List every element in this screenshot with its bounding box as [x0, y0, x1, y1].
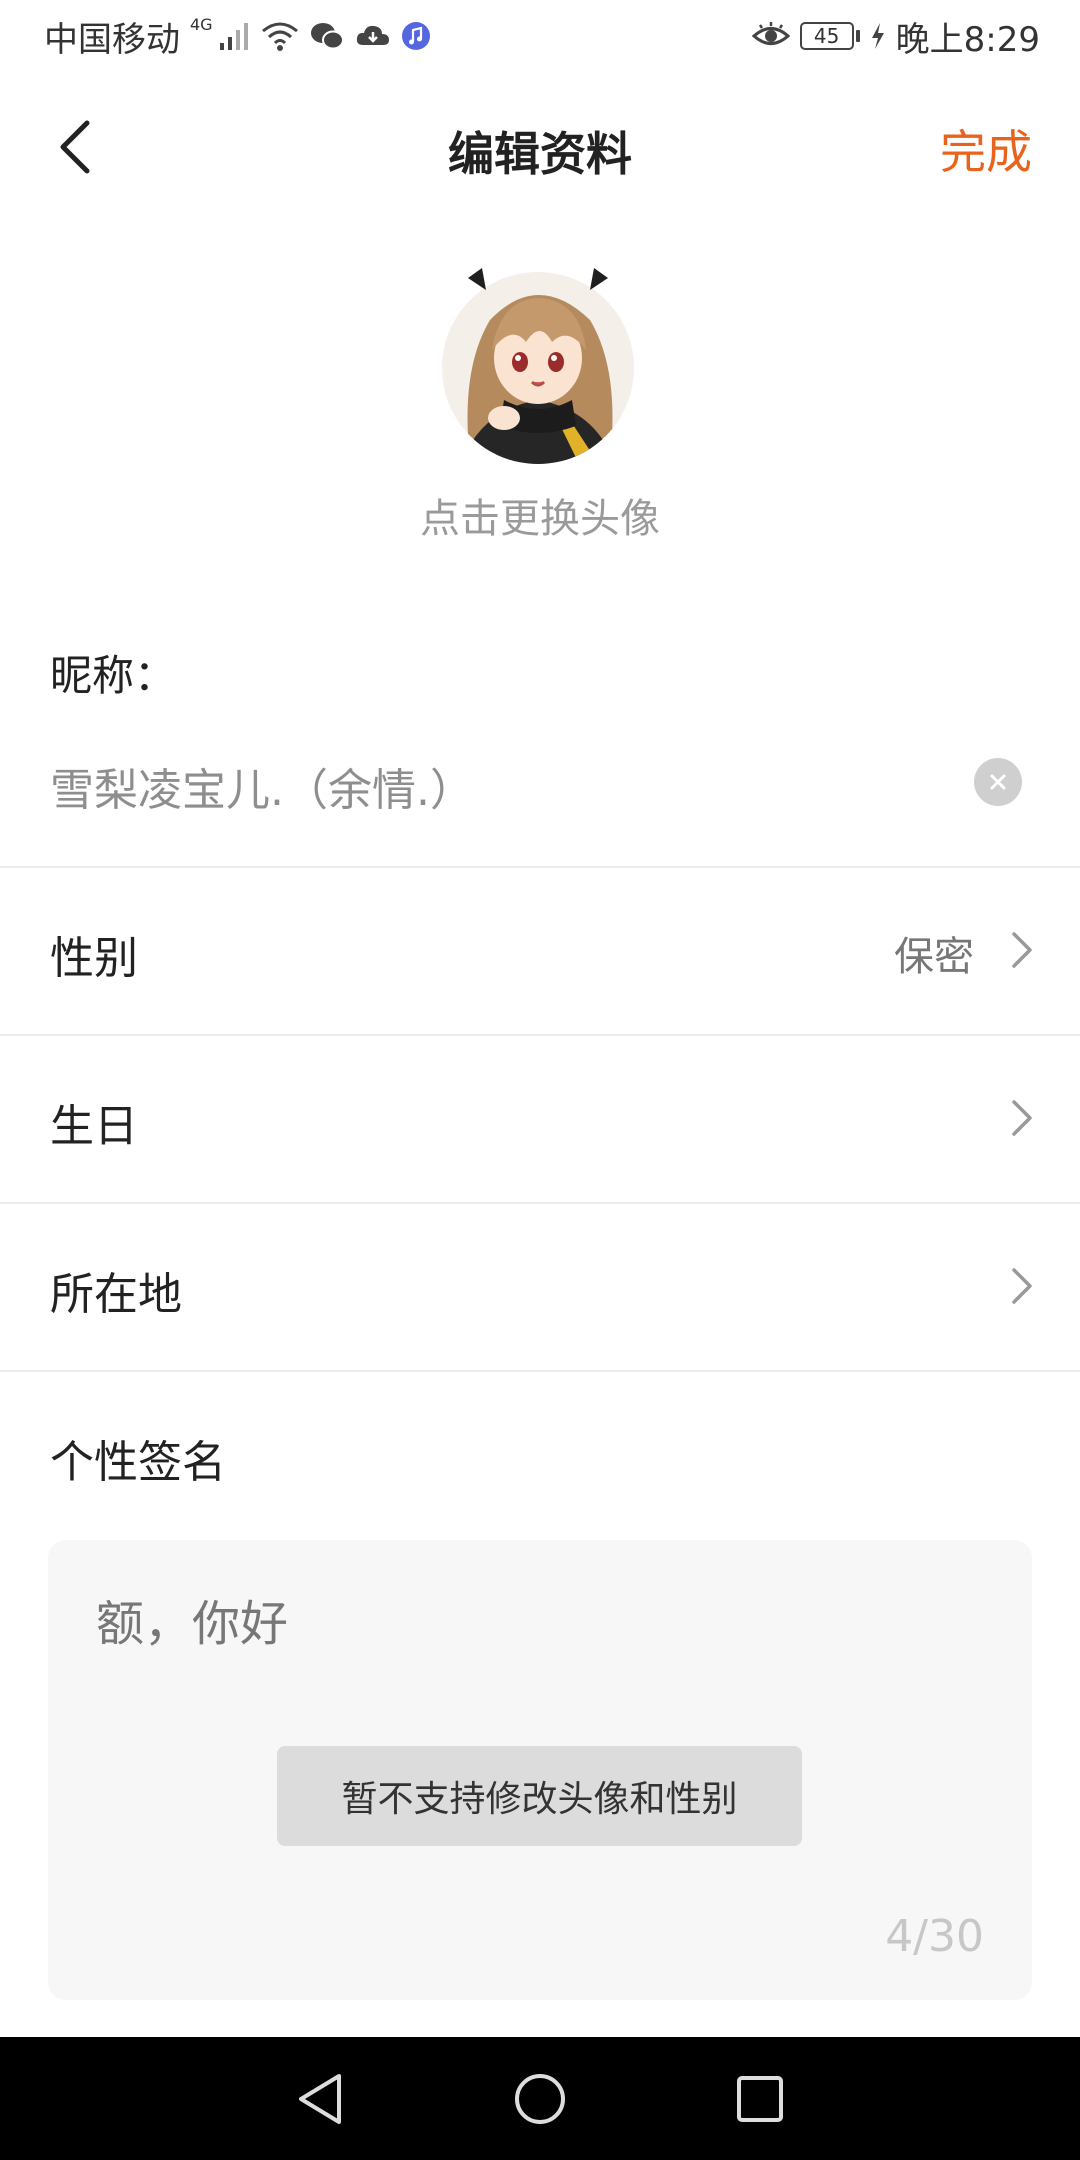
battery-indicator: 45 [799, 22, 860, 50]
toast-message: 暂不支持修改头像和性别 [277, 1746, 802, 1846]
signal-icon [219, 23, 248, 50]
gender-value: 保密 [894, 934, 974, 980]
chevron-right-icon [1012, 1268, 1032, 1304]
battery-tip [855, 30, 860, 42]
charging-icon [871, 23, 884, 49]
eye-comfort-icon [751, 22, 790, 45]
nav-recents-button[interactable] [715, 2054, 805, 2144]
nav-back-button[interactable] [275, 2054, 365, 2144]
divider [0, 1370, 1080, 1372]
network-type: 4G [190, 14, 213, 34]
status-bar: 中国移动 4G 45 晚上8:29 [0, 0, 1080, 72]
location-row[interactable]: 所在地 [0, 1204, 1080, 1368]
cloud-download-icon [356, 25, 389, 45]
signature-title: 个性签名 [50, 1437, 226, 1488]
avatar-image [442, 268, 634, 464]
wechat-icon [310, 23, 344, 50]
change-avatar-hint[interactable]: 点击更换头像 [0, 486, 1080, 544]
status-left: 中国移动 4G [44, 12, 431, 61]
nickname-input[interactable] [50, 756, 950, 816]
wifi-icon [261, 22, 298, 51]
nickname-label: 昵称： [50, 651, 177, 700]
chevron-right-icon [1012, 1100, 1032, 1136]
done-button[interactable]: 完成 [940, 116, 1032, 182]
signature-text: 额，你好 [96, 1596, 289, 1652]
carrier-name: 中国移动 [44, 19, 180, 60]
music-app-icon [401, 22, 430, 50]
square-recents-icon [737, 2075, 783, 2122]
birthday-label: 生日 [50, 1101, 138, 1152]
avatar[interactable] [440, 250, 636, 466]
signature-char-count: 4/30 [885, 1911, 984, 1962]
page-title: 编辑资料 [448, 127, 632, 181]
chevron-right-icon [1012, 932, 1032, 968]
status-right: 45 晚上8:29 [751, 12, 1040, 61]
battery-level: 45 [799, 22, 854, 50]
location-label: 所在地 [50, 1269, 182, 1320]
clear-nickname-button[interactable] [974, 758, 1022, 806]
close-icon [990, 774, 1006, 790]
circle-home-icon [515, 2073, 565, 2124]
gender-label: 性别 [50, 933, 138, 984]
header: 编辑资料 完成 [0, 96, 1080, 196]
gender-row[interactable]: 性别 保密 [0, 868, 1080, 1032]
system-nav-bar [0, 2037, 1080, 2160]
nav-home-button[interactable] [495, 2054, 585, 2144]
triangle-back-icon [299, 2073, 341, 2124]
clock: 晚上8:29 [895, 19, 1040, 60]
birthday-row[interactable]: 生日 [0, 1036, 1080, 1200]
